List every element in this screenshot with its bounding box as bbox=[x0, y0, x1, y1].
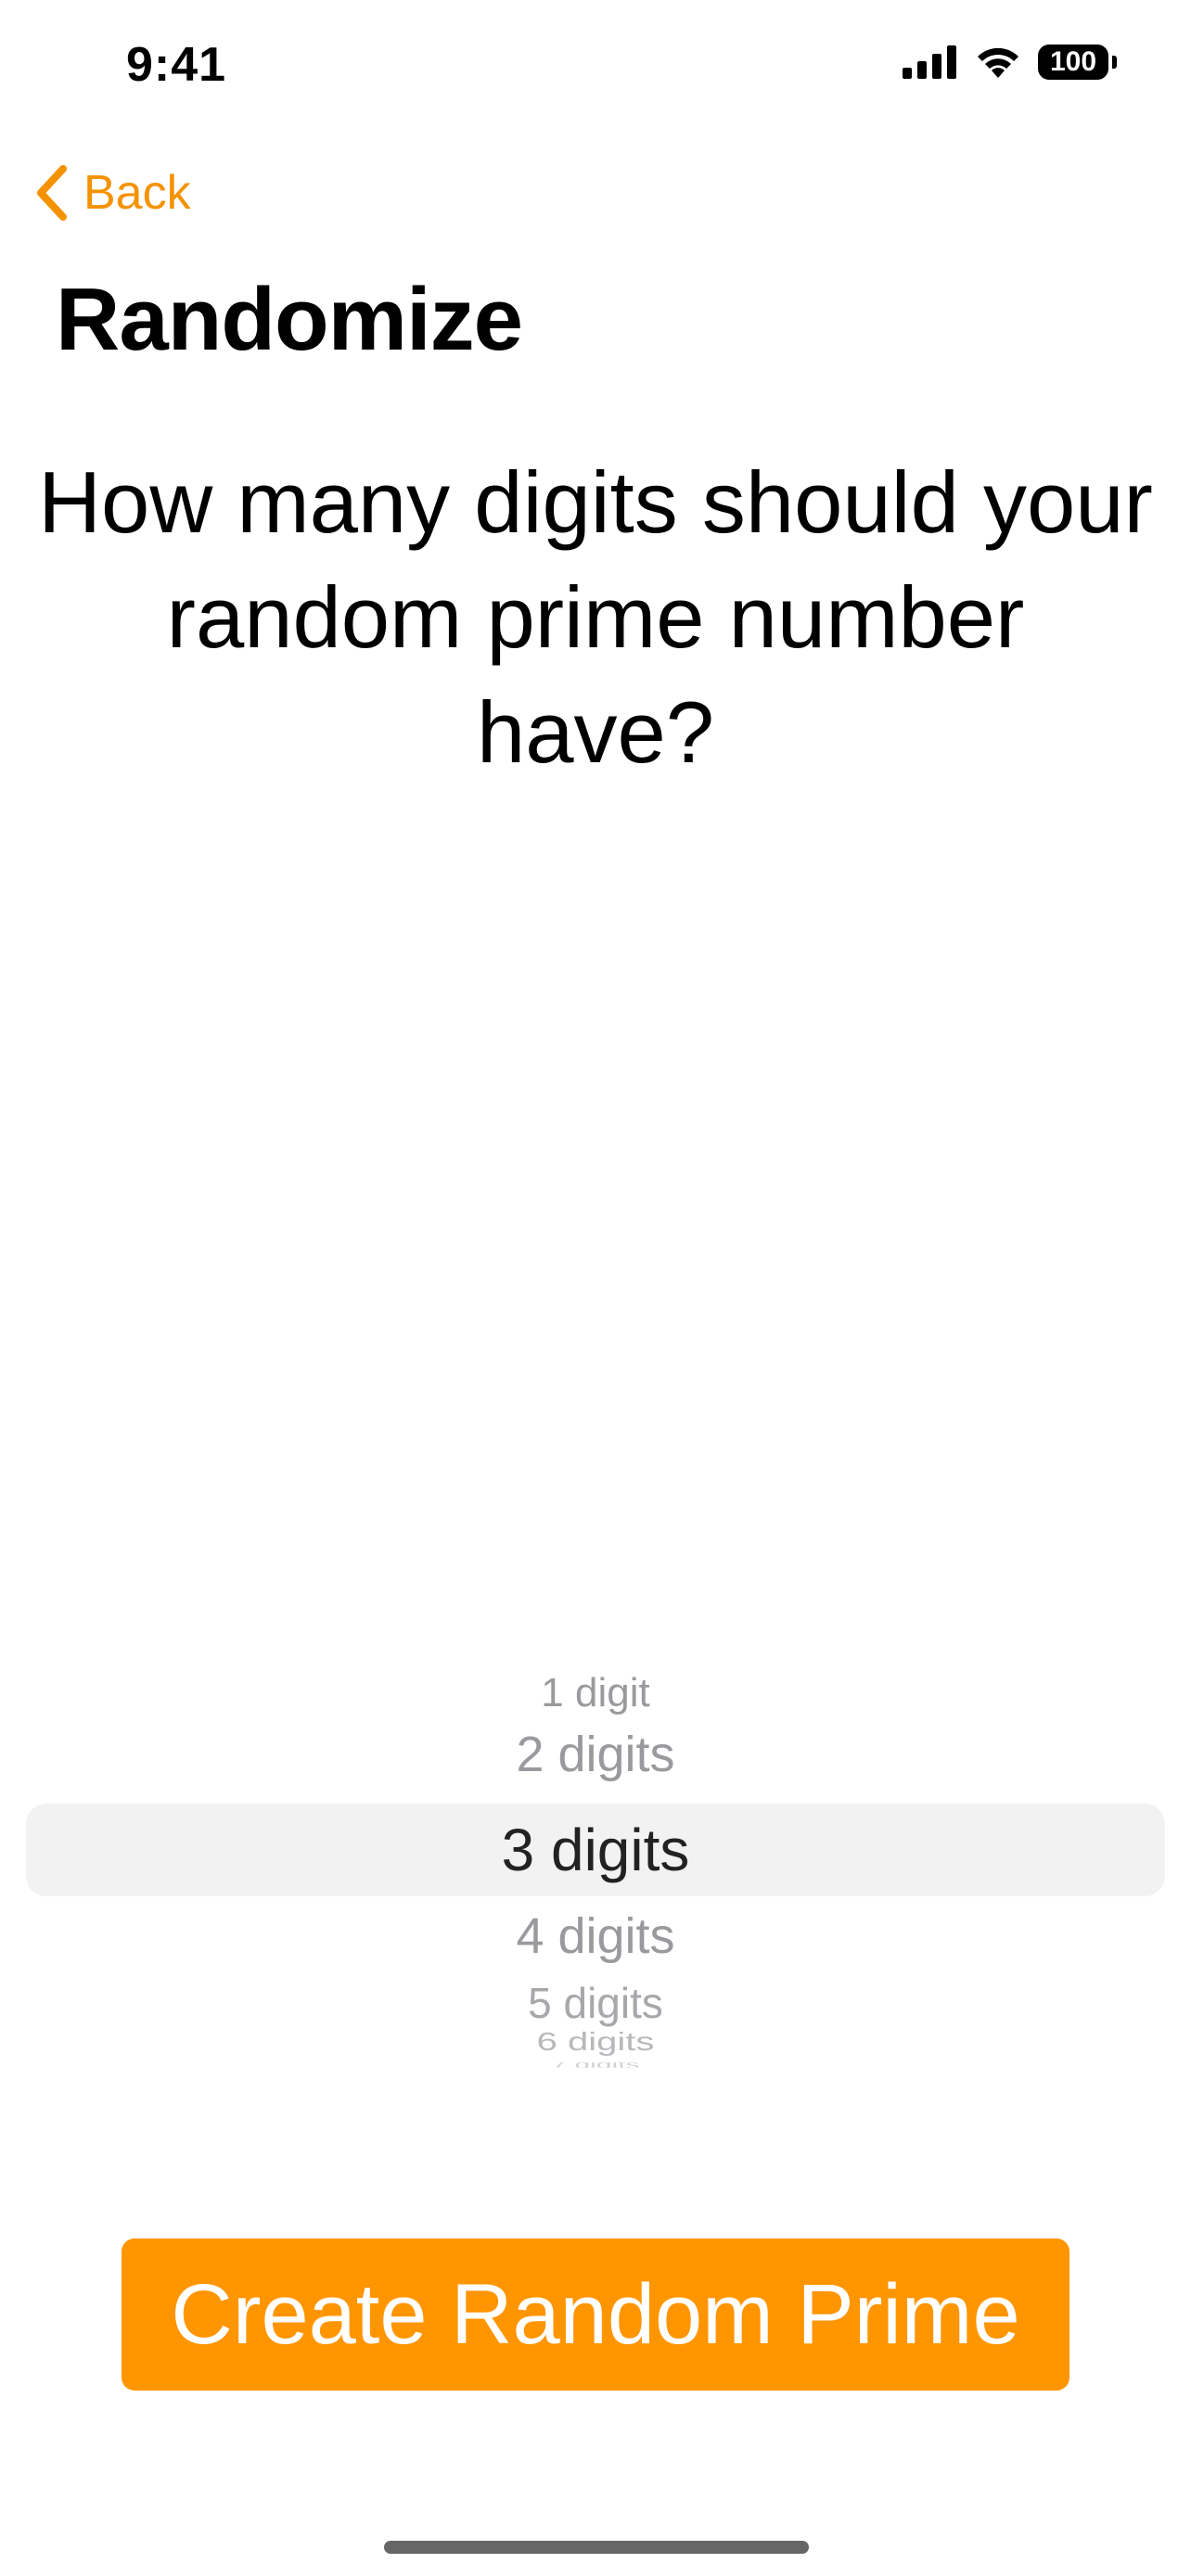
status-bar: 9:41 100 bbox=[0, 0, 1191, 139]
back-label: Back bbox=[83, 166, 191, 220]
picker-option[interactable]: 2 digits bbox=[0, 1717, 1191, 1792]
picker-option[interactable]: 5 digits bbox=[0, 1975, 1191, 2031]
back-button[interactable]: Back bbox=[33, 159, 191, 226]
page-title: Randomize bbox=[56, 270, 523, 369]
question-text: How many digits should your random prime… bbox=[38, 453, 1153, 781]
status-icons: 100 bbox=[903, 45, 1117, 80]
battery-tip bbox=[1112, 56, 1117, 69]
wifi-icon bbox=[978, 47, 1018, 78]
picker-option[interactable]: 1 digit bbox=[0, 1665, 1191, 1721]
chevron-left-icon bbox=[37, 165, 67, 221]
digit-picker[interactable]: 1 digit 2 digits 3 digits 4 digits 5 dig… bbox=[0, 1651, 1191, 2114]
picker-option-selected[interactable]: 3 digits bbox=[0, 1808, 1191, 1892]
picker-option[interactable]: 7 digits bbox=[0, 2062, 1191, 2068]
cellular-signal-icon bbox=[903, 45, 956, 79]
battery-icon: 100 bbox=[1038, 45, 1108, 80]
home-indicator bbox=[384, 2541, 809, 2554]
status-time: 9:41 bbox=[126, 38, 227, 92]
picker-option[interactable]: 4 digits bbox=[0, 1899, 1191, 1973]
create-random-prime-button[interactable]: Create Random Prime bbox=[122, 2238, 1069, 2391]
picker-option[interactable]: 6 digits bbox=[0, 2028, 1191, 2057]
